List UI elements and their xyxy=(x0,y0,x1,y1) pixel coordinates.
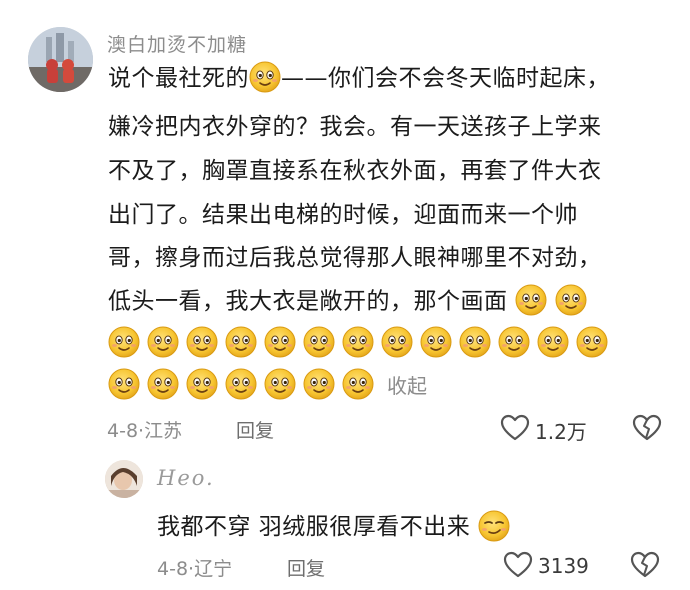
smiling-face-emoji xyxy=(420,326,452,358)
smiling-face-emoji xyxy=(459,326,491,358)
collapse-button[interactable]: 收起 xyxy=(387,370,427,399)
comment-line-6: 低头一看，我大衣是敞开的，那个画面 xyxy=(108,284,587,318)
reply-button[interactable]: 回复 xyxy=(236,416,274,443)
smiling-face-emoji xyxy=(147,326,179,358)
smiling-face-emoji xyxy=(264,368,296,400)
comment-line-5: 哥，擦身而过后我总觉得那人眼神哪里不对劲， xyxy=(108,245,602,271)
reply-text: 我都不穿 羽绒服很厚看不出来 xyxy=(157,507,510,544)
smiling-face-emoji xyxy=(147,368,179,400)
reply-username[interactable]: Heo. xyxy=(157,466,215,490)
broken-heart-icon[interactable] xyxy=(630,551,660,579)
comment-line-3: 不及了，胸罩直接系在秋衣外面，再套了件大衣 xyxy=(108,158,602,184)
smiling-face-emoji xyxy=(186,326,218,358)
comment-line-2: 嫌冷把内衣外穿的？我会。有一天送孩子上学来 xyxy=(108,114,602,140)
smiling-face-emoji xyxy=(498,326,530,358)
smiling-face-emoji xyxy=(303,326,335,358)
smiling-face-emoji xyxy=(342,326,374,358)
heart-outline-icon[interactable] xyxy=(500,414,530,442)
comment-username[interactable]: 澳白加烫不加糖 xyxy=(107,30,247,57)
smiling-face-emoji xyxy=(576,326,608,358)
avatar[interactable] xyxy=(28,27,93,92)
reply-text-segment: 我都不穿 羽绒服很厚看不出来 xyxy=(157,514,471,540)
reply-date-location: 4-8·辽宁 xyxy=(157,558,233,580)
smirking-face-emoji xyxy=(478,510,510,541)
smiling-face-emoji xyxy=(108,368,140,400)
comment-date-location: 4-8·江苏 xyxy=(107,420,183,442)
smiling-face-emoji xyxy=(225,326,257,358)
smiling-face-emoji xyxy=(342,368,374,400)
smiling-face-emoji xyxy=(381,326,413,358)
reply-like-count: 3139 xyxy=(538,554,589,578)
heart-outline-icon[interactable] xyxy=(503,551,533,579)
comment-line-1: 说个最社死的 ——你们会不会冬天临时起床， xyxy=(108,61,610,95)
comment-text-segment: 低头一看，我大衣是敞开的，那个画面 xyxy=(108,288,508,315)
smiling-face-emoji xyxy=(264,326,296,358)
comment-text-segment: ——你们会不会冬天临时起床， xyxy=(281,65,610,92)
smiling-face-emoji xyxy=(186,368,218,400)
smiling-face-emoji xyxy=(537,326,569,358)
smiling-face-emoji xyxy=(515,284,548,316)
emoji-row xyxy=(108,326,608,358)
smiling-face-emoji xyxy=(555,284,587,316)
comment-text-segment: 说个最社死的 xyxy=(108,65,249,92)
reply-reply-button[interactable]: 回复 xyxy=(287,554,325,581)
broken-heart-icon[interactable] xyxy=(632,414,662,442)
like-count: 1.2万 xyxy=(535,420,587,444)
smiling-face-emoji xyxy=(249,61,281,93)
smiling-face-emoji xyxy=(225,368,257,400)
comment-line-4: 出门了。结果出电梯的时候，迎面而来一个帅 xyxy=(108,202,578,228)
smiling-face-emoji xyxy=(108,326,140,358)
emoji-row: 收起 xyxy=(108,368,427,400)
smiling-face-emoji xyxy=(303,368,335,400)
reply-avatar[interactable] xyxy=(105,460,143,498)
